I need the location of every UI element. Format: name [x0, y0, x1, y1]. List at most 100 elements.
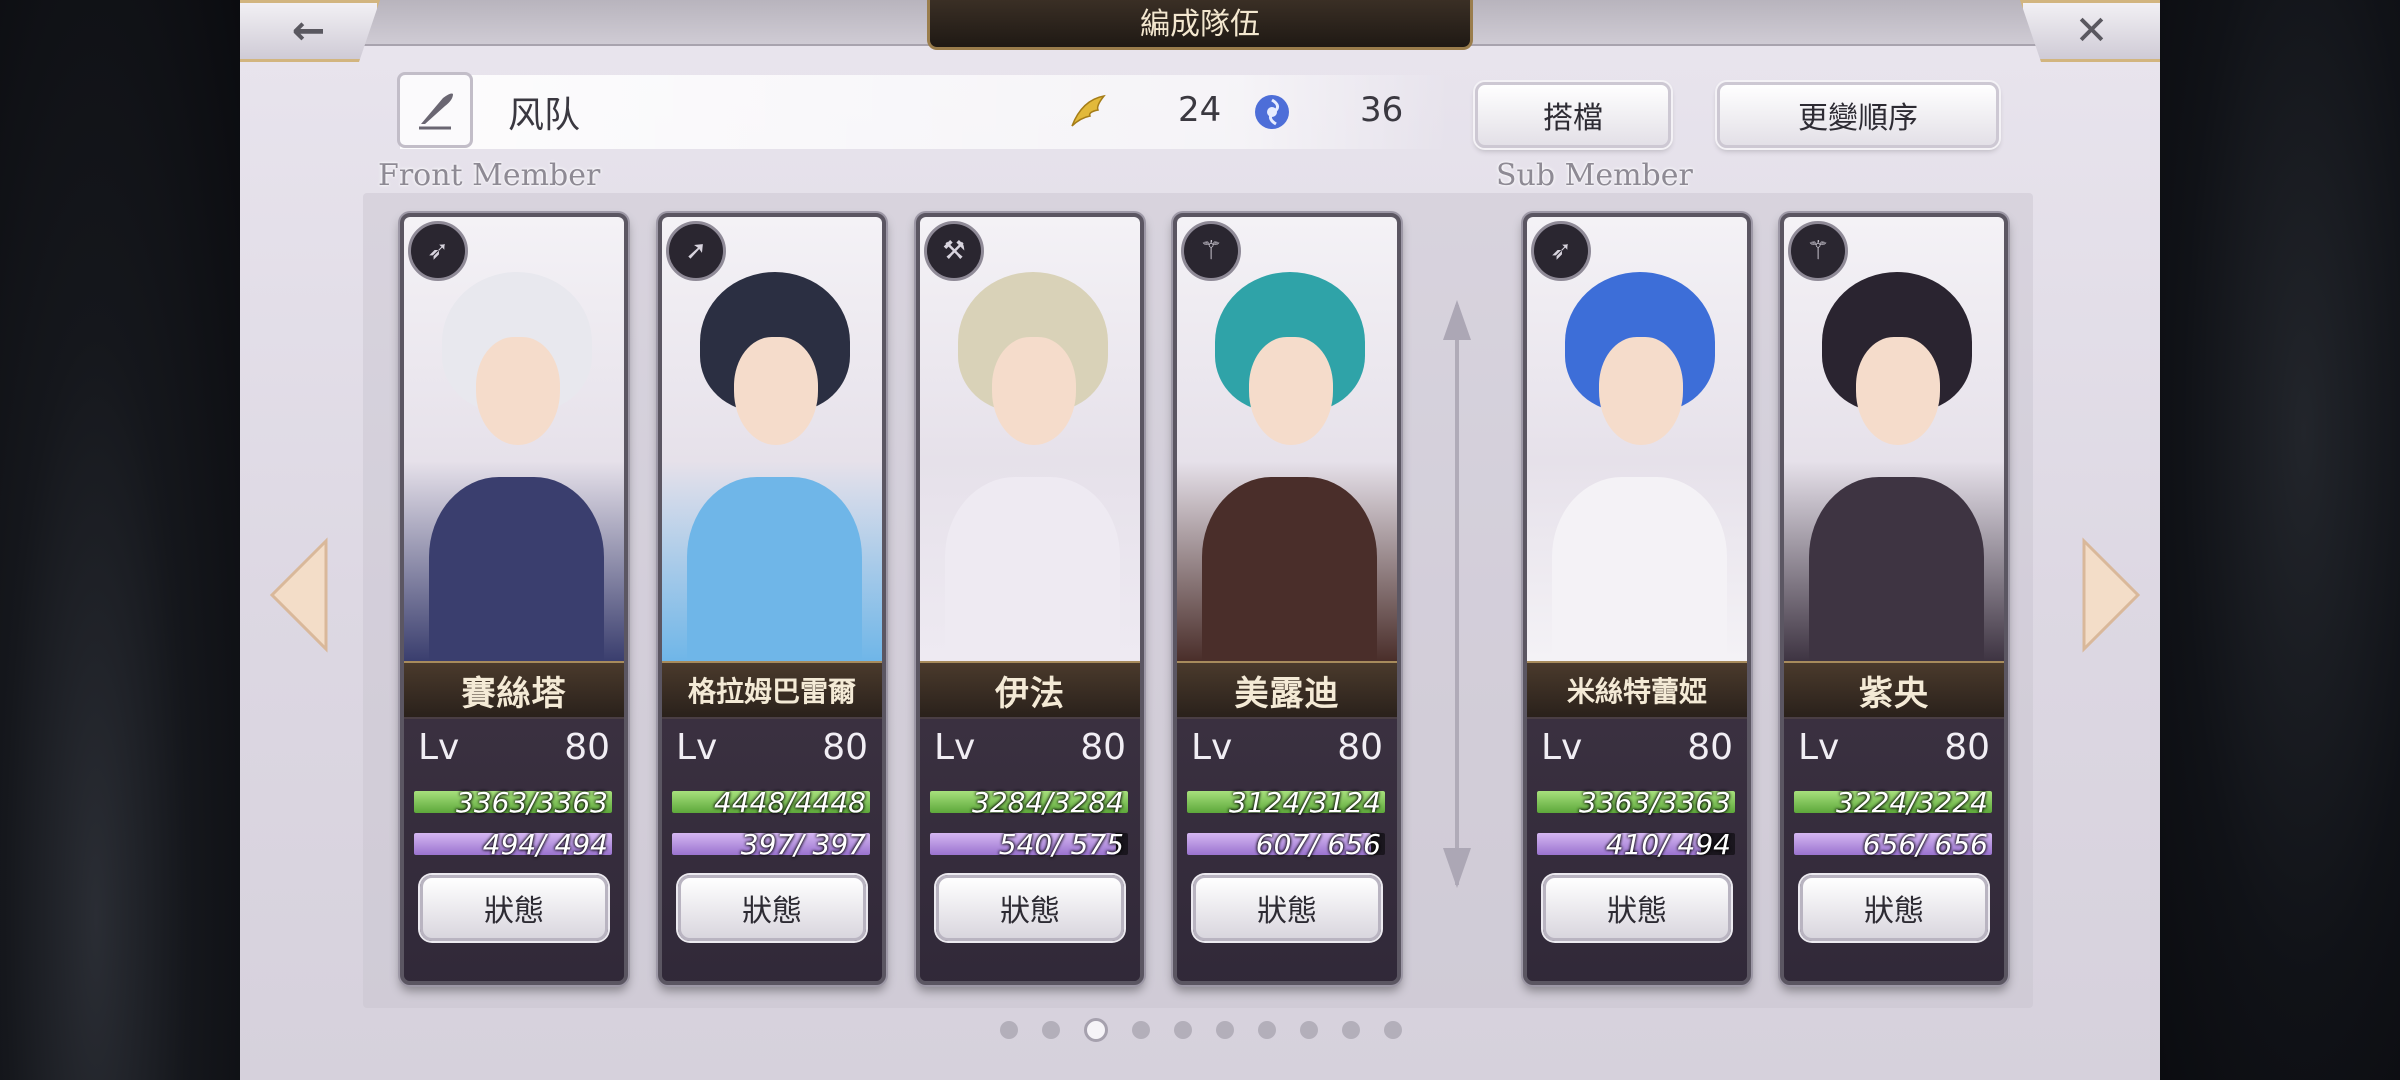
level-label: Lv [934, 727, 976, 768]
sp-text: 494/ 494 [482, 828, 608, 861]
page-dot[interactable] [1132, 1021, 1150, 1039]
hp-text: 3124/3124 [1229, 786, 1381, 819]
page-dot[interactable] [1384, 1021, 1402, 1039]
level-label: Lv [676, 727, 718, 768]
page-dot[interactable] [1042, 1021, 1060, 1039]
previous-page-arrow-icon[interactable] [264, 535, 334, 655]
sp-text: 656/ 656 [1862, 828, 1988, 861]
level-value: 80 [564, 727, 610, 768]
hammer-icon: ⚒ [924, 221, 984, 281]
character-stats: Lv 80 4448/4448 397/ 397 狀態 [662, 717, 882, 981]
hp-bar: 3124/3124 [1187, 786, 1385, 819]
character-portrait [404, 217, 624, 677]
member-card[interactable]: ➶ 賽絲塔 Lv 80 3363/3363 494/ 494 狀態 [400, 213, 628, 985]
page-dot[interactable] [1300, 1021, 1318, 1039]
character-name: 賽絲塔 [404, 661, 624, 719]
back-arrow-icon: ← [291, 8, 326, 54]
page-dot[interactable] [1342, 1021, 1360, 1039]
member-card[interactable]: ➚ 格拉姆巴雷爾 Lv 80 4448/4448 397/ 397 狀態 [658, 213, 886, 985]
member-card[interactable]: ⚒ 伊法 Lv 80 3284/3284 540/ 575 狀態 [916, 213, 1144, 985]
page-dot[interactable] [1084, 1018, 1108, 1042]
screen-title: 編成隊伍 [927, 0, 1473, 50]
sp-bar: 494/ 494 [414, 828, 612, 861]
character-portrait [662, 217, 882, 677]
hp-text: 3363/3363 [1579, 786, 1731, 819]
character-stats: Lv 80 3363/3363 494/ 494 狀態 [404, 717, 624, 981]
character-stats: Lv 80 3284/3284 540/ 575 狀態 [920, 717, 1140, 981]
sub-member-label: Sub Member [1496, 158, 1693, 193]
wing-icon [1071, 94, 1106, 127]
front-sub-divider [1455, 305, 1459, 885]
hp-text: 3284/3284 [972, 786, 1124, 819]
reorder-button[interactable]: 更變順序 [1717, 82, 1999, 148]
character-stats: Lv 80 3363/3363 410/ 494 狀態 [1527, 717, 1747, 981]
character-portrait [1177, 217, 1397, 677]
team-name: 风队 [508, 95, 581, 136]
water-orb-icon [1255, 95, 1289, 129]
character-name: 格拉姆巴雷爾 [662, 661, 882, 719]
staff-icon: ⚚ [1181, 221, 1241, 281]
status-button[interactable]: 狀態 [1800, 875, 1988, 941]
character-name: 紫央 [1784, 661, 2004, 719]
hp-bar: 3363/3363 [1537, 786, 1735, 819]
hp-bar: 3224/3224 [1794, 786, 1992, 819]
spear-icon: ➚ [666, 221, 726, 281]
hp-text: 3224/3224 [1836, 786, 1988, 819]
next-page-arrow-icon[interactable] [2076, 535, 2146, 655]
edit-team-name-button[interactable] [397, 72, 473, 148]
sp-text: 607/ 656 [1255, 828, 1381, 861]
partner-button[interactable]: 搭檔 [1475, 82, 1671, 148]
member-card[interactable]: ⚚ 美露迪 Lv 80 3124/3124 607/ 656 狀態 [1173, 213, 1401, 985]
character-name: 米絲特蕾婭 [1527, 661, 1747, 719]
page-dot[interactable] [1258, 1021, 1276, 1039]
level-value: 80 [1944, 727, 1990, 768]
sp-bar: 410/ 494 [1537, 828, 1735, 861]
level-value: 80 [1080, 727, 1126, 768]
level-label: Lv [418, 727, 460, 768]
sp-bar: 656/ 656 [1794, 828, 1992, 861]
member-card[interactable]: ⚚ 紫央 Lv 80 3224/3224 656/ 656 狀態 [1780, 213, 2008, 985]
back-button[interactable]: ← [240, 0, 380, 62]
level-value: 80 [1337, 727, 1383, 768]
orb-value: 36 [1360, 90, 1404, 130]
status-button[interactable]: 狀態 [936, 875, 1124, 941]
status-button[interactable]: 狀態 [1543, 875, 1731, 941]
page-dot[interactable] [1174, 1021, 1192, 1039]
quill-pen-icon [419, 93, 453, 130]
character-portrait [1527, 217, 1747, 677]
party-panel: 編成隊伍 ← ✕ 风队 24 36 搭檔 更變順序 Front Member S… [240, 0, 2160, 1080]
character-portrait [1784, 217, 2004, 677]
hp-bar: 3284/3284 [930, 786, 1128, 819]
background-left [0, 0, 240, 1080]
close-icon: ✕ [2074, 8, 2109, 54]
level-label: Lv [1541, 727, 1583, 768]
sp-bar: 540/ 575 [930, 828, 1128, 861]
member-card[interactable]: ➶ 米絲特蕾婭 Lv 80 3363/3363 410/ 494 狀態 [1523, 213, 1751, 985]
page-dot[interactable] [1216, 1021, 1234, 1039]
sp-text: 410/ 494 [1605, 828, 1731, 861]
status-button[interactable]: 狀態 [678, 875, 866, 941]
front-member-label: Front Member [378, 158, 601, 193]
sp-bar: 607/ 656 [1187, 828, 1385, 861]
level-value: 80 [822, 727, 868, 768]
character-name: 美露迪 [1177, 661, 1397, 719]
character-stats: Lv 80 3124/3124 607/ 656 狀態 [1177, 717, 1397, 981]
staff-icon: ⚚ [1788, 221, 1848, 281]
sp-bar: 397/ 397 [672, 828, 870, 861]
page-dot[interactable] [1000, 1021, 1018, 1039]
sp-text: 397/ 397 [740, 828, 866, 861]
level-label: Lv [1191, 727, 1233, 768]
character-stats: Lv 80 3224/3224 656/ 656 狀態 [1784, 717, 2004, 981]
sp-text: 540/ 575 [998, 828, 1124, 861]
hp-bar: 3363/3363 [414, 786, 612, 819]
hp-text: 3363/3363 [456, 786, 608, 819]
status-button[interactable]: 狀態 [1193, 875, 1381, 941]
character-name: 伊法 [920, 661, 1140, 719]
close-button[interactable]: ✕ [2020, 0, 2160, 62]
hp-text: 4448/4448 [714, 786, 866, 819]
bow-icon: ➶ [408, 221, 468, 281]
page-indicator [1000, 1018, 1402, 1042]
status-button[interactable]: 狀態 [420, 875, 608, 941]
level-label: Lv [1798, 727, 1840, 768]
level-value: 80 [1687, 727, 1733, 768]
